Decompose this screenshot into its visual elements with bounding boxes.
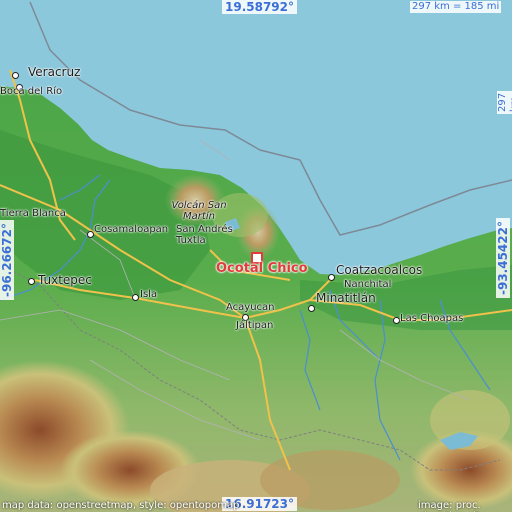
city-label-acayucan[interactable]: Acayucan (226, 302, 275, 313)
place-name-label[interactable]: Ocotal Chico (216, 262, 308, 276)
isla-marker[interactable] (132, 294, 139, 301)
city-label-isla[interactable]: Isla (140, 289, 157, 300)
city-label-tuxtepec[interactable]: Tuxtepec (38, 274, 92, 287)
city-label-coatzacoalcos[interactable]: Coatzacoalcos (336, 264, 422, 277)
left-longitude-label: -96.26672° (0, 220, 14, 300)
las-choapas-marker[interactable] (393, 317, 400, 324)
city-label-minatitlan[interactable]: Minatitlán (316, 292, 376, 305)
cosamaloapan-marker[interactable] (87, 231, 94, 238)
minatitlan-marker[interactable] (308, 305, 315, 312)
map-view[interactable]: Veracruz Boca del Río Tierra Blanca Cosa… (0, 0, 512, 512)
city-label-veracruz[interactable]: Veracruz (28, 66, 80, 79)
city-label-tierra-blanca[interactable]: Tierra Blanca (0, 208, 66, 219)
image-credit: image: proc. elevation city (418, 500, 486, 512)
city-label-cosamaloapan[interactable]: Cosamaloapan (94, 224, 168, 235)
scale-horizontal: 297 km = 185 mi (410, 1, 502, 13)
city-label-boca[interactable]: Boca del Río (0, 86, 62, 97)
label-volcan[interactable]: Volcán San Martín (168, 200, 230, 222)
city-label-san-andres[interactable]: San Andrés Tuxtla (176, 224, 238, 246)
tuxtepec-marker[interactable] (28, 278, 35, 285)
city-label-las-choapas[interactable]: Las Choapas (400, 313, 463, 324)
map-credit: map data: openstreetmap, style: opentopo… (2, 500, 240, 511)
city-label-nanchital[interactable]: Nanchital (344, 279, 391, 290)
coatzacoalcos-marker[interactable] (328, 274, 335, 281)
top-latitude-label: 19.58792° (222, 0, 298, 14)
veracruz-marker[interactable] (12, 72, 19, 79)
city-label-jaltipan[interactable]: Jáltipan (236, 320, 273, 331)
right-longitude-label: -93.45422° (496, 218, 510, 298)
scale-vertical: 297 km = 185 mi (497, 90, 512, 114)
